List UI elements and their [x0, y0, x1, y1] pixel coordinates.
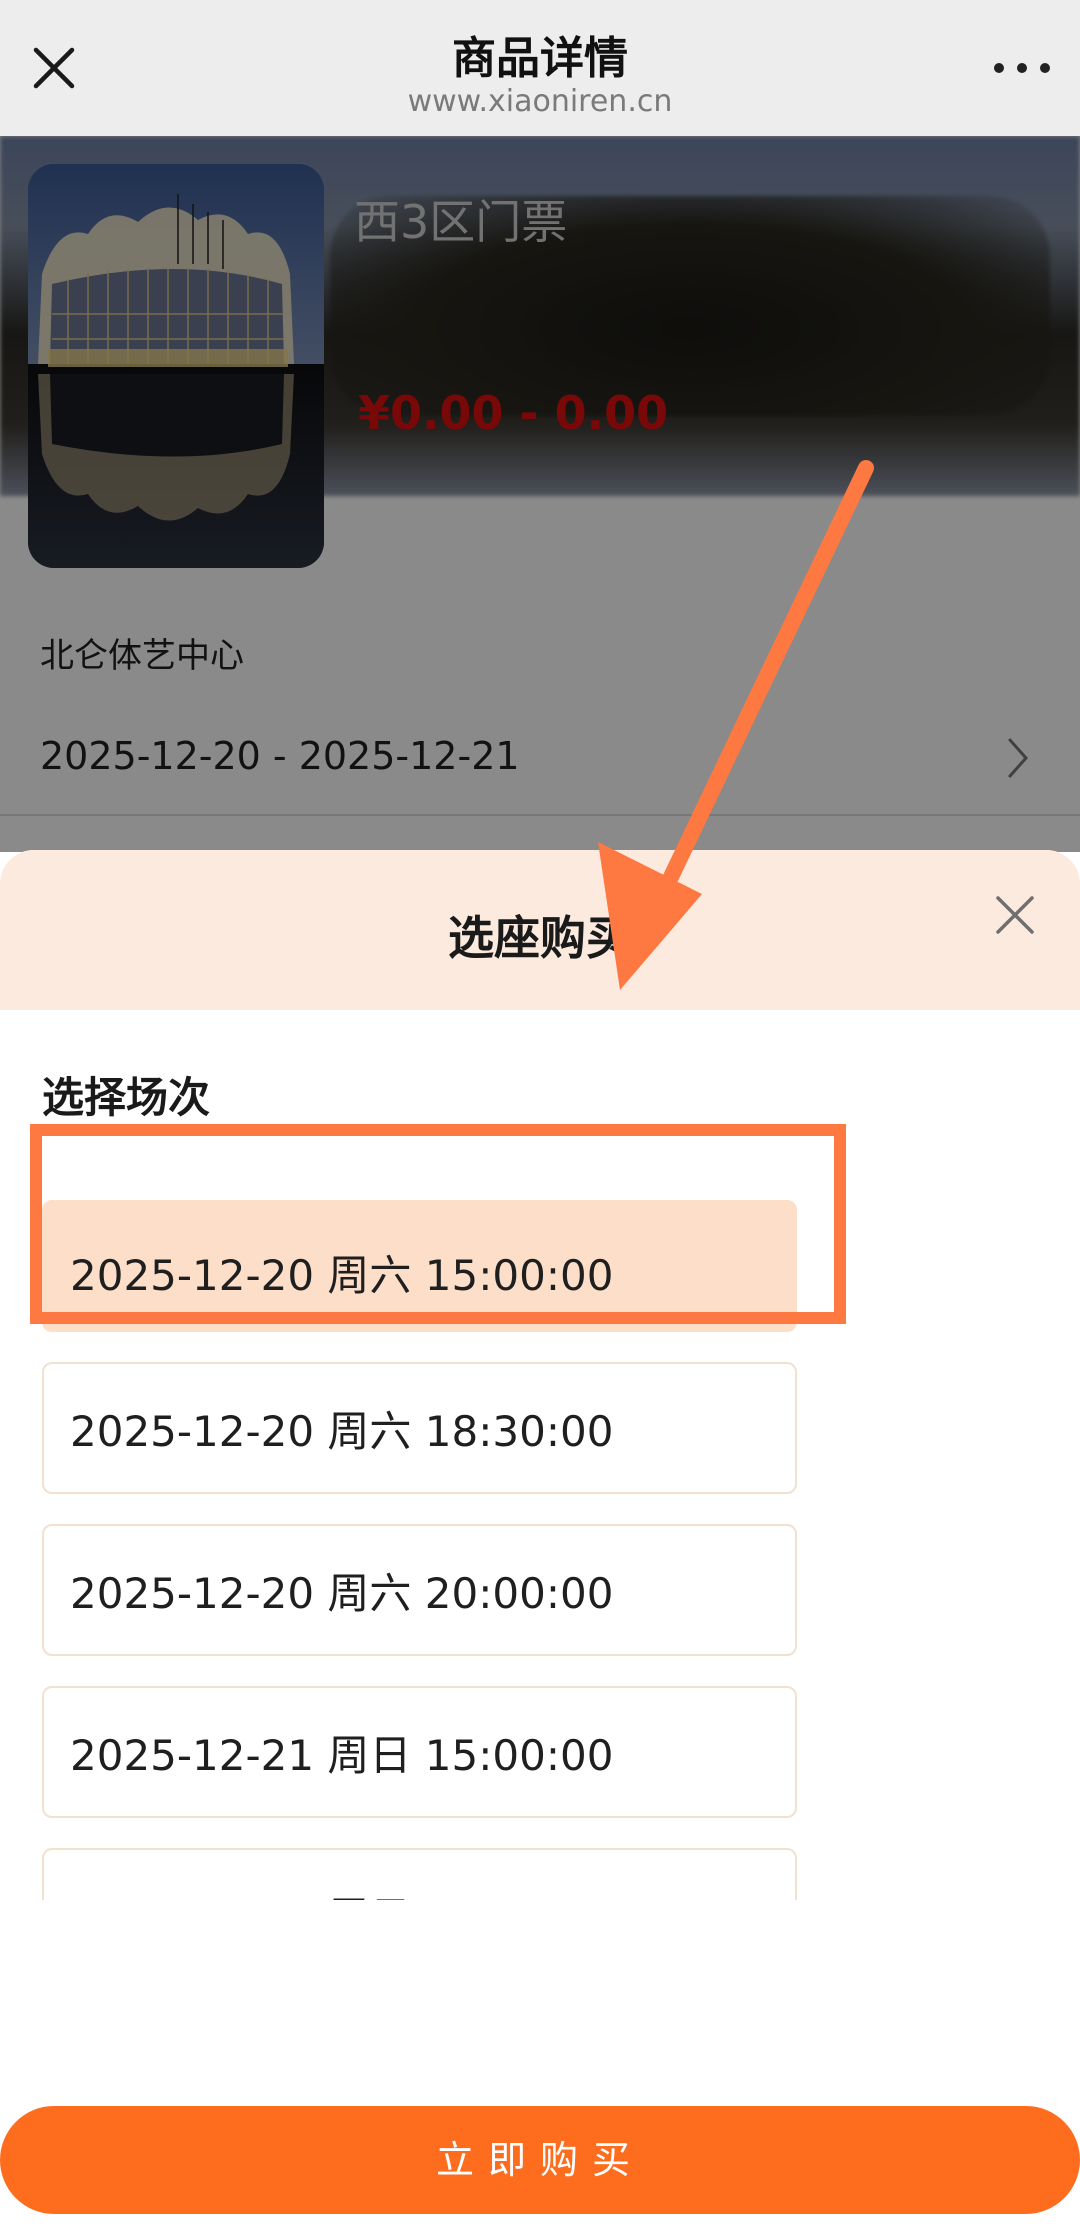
session-option[interactable]: 2025-12-21 周日 18:30:00 [42, 1848, 797, 1900]
session-list: 2025-12-20 周六 15:00:00 2025-12-20 周六 18:… [0, 1200, 1080, 1900]
section-label: 选择场次 [42, 1073, 211, 1122]
session-option-selected[interactable]: 2025-12-20 周六 15:00:00 [42, 1200, 797, 1332]
page-url: www.xiaoniren.cn [407, 84, 673, 119]
top-nav-bar: 商品详情 www.xiaoniren.cn [0, 0, 1080, 136]
sheet-title: 选座购买 [448, 911, 632, 965]
more-dots-icon [994, 63, 1004, 73]
page-title: 商品详情 [452, 33, 628, 84]
session-option[interactable]: 2025-12-20 周六 20:00:00 [42, 1524, 797, 1656]
session-option[interactable]: 2025-12-21 周日 15:00:00 [42, 1686, 797, 1818]
buy-now-button[interactable]: 立即购买 [0, 2106, 1080, 2214]
close-icon[interactable] [992, 892, 1038, 938]
modal-overlay[interactable] [0, 136, 1080, 852]
session-option[interactable]: 2025-12-20 周六 18:30:00 [42, 1362, 797, 1494]
more-menu-button[interactable] [990, 44, 1054, 92]
seat-purchase-sheet: 选座购买 选择场次 2025-12-20 周六 15:00:00 2025-12… [0, 850, 1080, 2240]
